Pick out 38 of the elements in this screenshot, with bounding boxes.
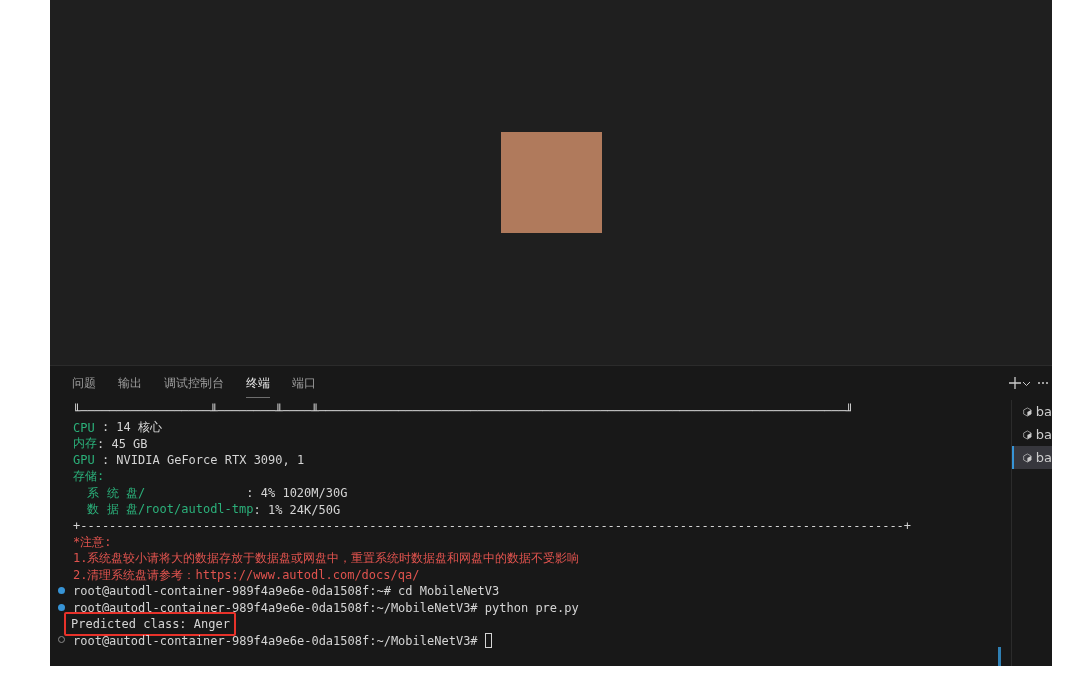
cube-icon (1023, 427, 1032, 442)
panel-tab[interactable]: 问题 (72, 368, 96, 398)
panel-tab[interactable]: 端口 (292, 368, 316, 398)
terminal-text: : 1% 24K/50G (253, 502, 341, 517)
terminal-text: : 14 核心 (100, 419, 163, 437)
terminal-text: root@autodl-container-989f4a9e6e-0da1508f:~/MobileNetV3# python pre.py (73, 600, 579, 615)
terminal-text: root@autodl-container-989f4a9e6e-0da1508f:~/MobileNetV3# (73, 633, 479, 648)
cube-icon (1023, 404, 1032, 419)
terminal-cursor (484, 633, 492, 649)
terminal-list-item[interactable]: ba (1012, 446, 1052, 469)
terminal-text: *注意: (73, 533, 112, 551)
terminal-text: 系 统 盘/ (86, 484, 147, 502)
terminal-text: : 45 GB (97, 436, 148, 451)
terminal-text: : NVIDIA GeForce RTX 3090, 1 (100, 453, 305, 468)
terminal-text: 内存 (73, 435, 97, 453)
terminal-list-item[interactable]: ba (1012, 400, 1052, 423)
plus-icon (1008, 376, 1022, 390)
scroll-indicator (998, 647, 1001, 666)
terminal-list-item[interactable]: ba (1012, 423, 1052, 446)
terminal-text: CPU (73, 420, 95, 435)
cube-icon (1023, 450, 1032, 465)
terminal-text: +------------------------------------------------------------------------------------------------------------------+ (73, 518, 912, 533)
more-icon (1037, 381, 1049, 385)
terminal-text: Predicted class: Anger (71, 617, 230, 632)
terminal-text: 1.系统盘较小请将大的数据存放于数据盘或网盘中，重置系统时数据盘和网盘中的数据不受影响 (73, 550, 580, 568)
terminal-text: : 4% 1020M/30G (246, 486, 348, 501)
panel-tab[interactable]: 调试控制台 (164, 368, 224, 398)
terminal-name: ba (1035, 427, 1052, 442)
terminal-name: ba (1035, 404, 1052, 419)
terminal-text: GPU (73, 453, 95, 468)
panel-tab[interactable]: 输出 (118, 368, 142, 398)
panel-tab[interactable]: 终端 (246, 368, 270, 398)
terminal-text: 2.清理系统盘请参考：https://www.autodl.com/docs/qa/ (73, 566, 420, 584)
terminal-text: 存储: (73, 468, 105, 486)
terminal-text: 数 据 盘/root/autodl-tmp (86, 501, 254, 519)
terminal-text: root@autodl-container-989f4a9e6e-0da1508f:~# cd MobileNetV3 (73, 584, 500, 599)
terminal-name: ba (1035, 450, 1052, 465)
terminal-text: ╙──────────────────╨────────╨────╨─────────────────────────────────────────────────────────────────────────╜ (73, 404, 854, 419)
